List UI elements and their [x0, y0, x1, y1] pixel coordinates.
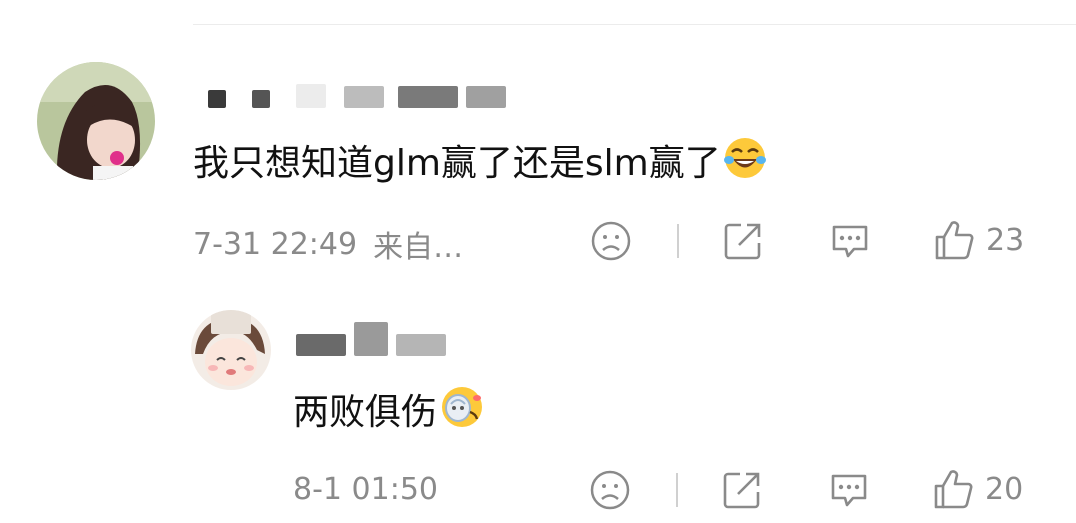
thumbs-up-icon — [935, 221, 974, 260]
share-button[interactable] — [721, 219, 765, 263]
top-divider — [193, 24, 1076, 25]
username-redacted[interactable] — [208, 82, 506, 108]
dislike-button[interactable] — [589, 469, 631, 511]
avatar[interactable] — [191, 310, 271, 390]
frown-face-icon — [591, 221, 631, 261]
like-count: 23 — [986, 222, 1025, 258]
comment-meta: 8-1 01:50 — [293, 472, 438, 507]
like-count: 20 — [985, 471, 1024, 507]
comment-time: 7-31 22:49 — [193, 226, 358, 262]
share-arrow-icon — [723, 472, 760, 509]
comment-meta: 7-31 22:49 来自… — [193, 222, 463, 266]
laughing-crying-emoji — [723, 136, 767, 191]
avatar[interactable] — [37, 62, 155, 180]
reply-button[interactable] — [828, 219, 872, 263]
share-arrow-icon — [724, 223, 761, 260]
reply-button[interactable] — [827, 468, 871, 512]
frown-face-icon — [590, 470, 630, 510]
comment-time: 8-1 01:50 — [293, 472, 438, 507]
like-button[interactable]: 23 — [932, 218, 1024, 262]
action-separator — [676, 473, 678, 507]
dizzy-face-emoji — [439, 384, 485, 441]
comment-text: 两败俱伤 — [293, 384, 485, 441]
comment-bubble-icon — [831, 474, 867, 507]
action-separator — [677, 224, 679, 258]
thumbs-up-icon — [934, 470, 973, 509]
dislike-button[interactable] — [590, 220, 632, 262]
comment-bubble-icon — [832, 225, 868, 258]
comment-text: 我只想知道glm赢了还是slm赢了 — [193, 136, 767, 191]
comment-source: 来自… — [373, 230, 464, 265]
comment-body: 我只想知道glm赢了还是slm赢了 — [193, 142, 721, 184]
share-button[interactable] — [720, 468, 764, 512]
like-button[interactable]: 20 — [931, 467, 1023, 511]
username-redacted[interactable] — [296, 316, 446, 356]
comment-body: 两败俱伤 — [293, 391, 438, 433]
avatar-photo — [37, 62, 155, 180]
